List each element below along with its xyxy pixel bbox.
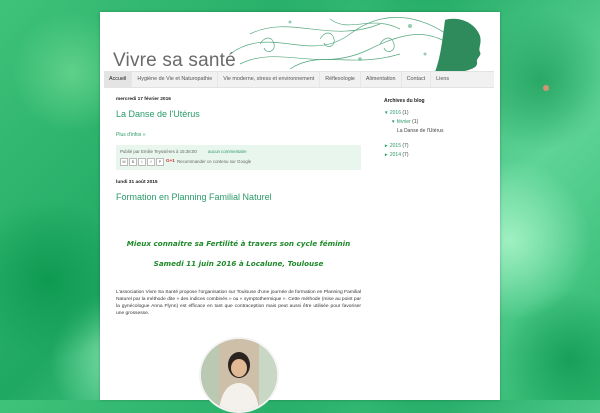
main-column: mercredi 17 février 2016 La Danse de l'U… bbox=[116, 97, 361, 413]
nav-tabs: Accueil Hygiène de Vie et Naturopathie V… bbox=[104, 71, 494, 88]
gplus-label: Recommander ce contenu sur Google bbox=[177, 159, 252, 164]
post-photo bbox=[198, 337, 279, 413]
comments-link[interactable]: aucun commentaire bbox=[208, 149, 247, 154]
chevron-right-icon[interactable]: ► bbox=[384, 143, 388, 148]
blog-title[interactable]: Vivre sa santé bbox=[113, 50, 236, 72]
post-date: lundi 31 août 2015 bbox=[116, 180, 158, 185]
blogthis-icon[interactable]: B bbox=[129, 158, 137, 166]
tab-contact[interactable]: Contact bbox=[400, 72, 431, 87]
post-title-link[interactable]: La Danse de l'Utérus bbox=[116, 109, 361, 119]
email-icon[interactable]: M bbox=[120, 158, 128, 166]
post-body: L'association Vivre Sa Santé propose l'o… bbox=[116, 290, 361, 317]
archive-year-2015[interactable]: ► 2015 (7) bbox=[384, 143, 494, 149]
archive-title: Archives du blog bbox=[384, 98, 425, 104]
tab-vie-moderne[interactable]: Vie moderne, stress et environnement bbox=[217, 72, 319, 87]
decorative-dot bbox=[543, 85, 549, 91]
post-date: mercredi 17 février 2016 bbox=[116, 97, 171, 102]
blog-header: Vivre sa santé bbox=[100, 12, 500, 72]
post-subtitle-date: Samedi 11 juin 2016 à Localune, Toulouse bbox=[153, 259, 324, 268]
post-subtitle: Mieux connaitre sa Fertilité à travers s… bbox=[126, 239, 351, 248]
archive-post-link[interactable]: La Danse de l'Utérus bbox=[384, 128, 494, 134]
chevron-right-icon[interactable]: ► bbox=[384, 152, 388, 157]
chevron-down-icon[interactable]: ▼ bbox=[391, 119, 395, 124]
person-illustration bbox=[200, 339, 277, 412]
archive-year-2014[interactable]: ► 2014 (7) bbox=[384, 152, 494, 158]
blog-page: Vivre sa santé Accueil Hygiène de Vie et… bbox=[100, 12, 500, 413]
facebook-icon[interactable]: f bbox=[147, 158, 155, 166]
archive-month-fevrier[interactable]: ▼ février (1) bbox=[384, 119, 494, 125]
gplus-button[interactable]: G+1 bbox=[166, 158, 175, 163]
twitter-icon[interactable]: t bbox=[138, 158, 146, 166]
share-buttons: M B t f P bbox=[120, 158, 164, 166]
read-more-link[interactable]: Plus d'infos » bbox=[116, 132, 361, 138]
tab-hygiene[interactable]: Hygiène de Vie et Naturopathie bbox=[131, 72, 217, 87]
pinterest-icon[interactable]: P bbox=[156, 158, 164, 166]
post-footer: Publié par Emilie Teyssières à 15:36:00 … bbox=[116, 145, 361, 170]
tab-reflexologie[interactable]: Réflexologie bbox=[319, 72, 360, 87]
tab-liens[interactable]: Liens bbox=[430, 72, 454, 87]
post-title-link[interactable]: Formation en Planning Familial Naturel bbox=[116, 192, 361, 202]
sidebar: Archives du blog ▼ 2016 (1) ▼ février (1… bbox=[384, 98, 494, 158]
header-floral-art bbox=[230, 17, 481, 72]
chevron-down-icon[interactable]: ▼ bbox=[384, 110, 388, 115]
archive-year-2016[interactable]: ▼ 2016 (1) bbox=[384, 110, 494, 116]
tab-accueil[interactable]: Accueil bbox=[104, 72, 132, 87]
tab-alimentation[interactable]: Alimentation bbox=[359, 72, 401, 87]
post-author: Publié par Emilie Teyssières à 15:36:00 bbox=[120, 149, 197, 154]
